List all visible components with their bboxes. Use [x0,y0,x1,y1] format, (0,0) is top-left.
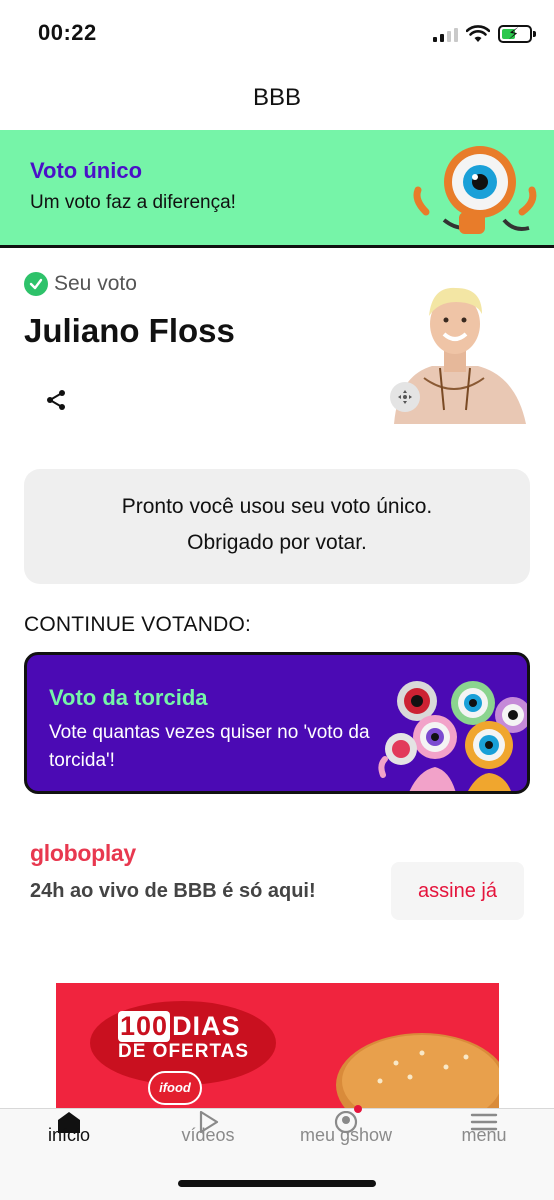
tab-meu-gshow[interactable]: meu gshow [286,1105,406,1159]
continue-heading: CONTINUE VOTANDO: [24,613,252,636]
confirmation-line-1: Pronto você usou seu voto único. [121,495,433,518]
voto-da-torcida-card[interactable]: Voto da torcida Vote quantas vezes quise… [24,652,530,794]
seu-voto-label: Seu voto [54,272,137,295]
tab-menu[interactable]: menu [424,1109,544,1159]
banner-title: Voto único [30,158,143,183]
wifi-icon [466,25,490,42]
burger-image [336,1033,499,1108]
status-bar: 00:22 ⚡ [0,0,554,66]
home-indicator[interactable] [178,1180,376,1187]
assine-ja-button[interactable]: assine já [391,862,524,920]
status-time: 00:22 [38,20,97,45]
vote-confirmation-card: Pronto você usou seu voto único. Obrigad… [24,469,530,584]
tab-label: menu [461,1125,507,1145]
app-header: BBB [0,66,554,130]
tab-inicio[interactable]: início [9,1109,129,1159]
move-icon [390,382,420,412]
ad-subheadline: DE OFERTAS [118,1041,250,1062]
share-button[interactable] [40,384,72,416]
share-icon [47,390,65,410]
tab-label: início [47,1125,91,1145]
ifood-ad-banner[interactable]: 100 DIAS DE OFERTAS ifood [56,983,499,1108]
globoplay-logo[interactable]: globoplay [30,840,136,867]
torcida-description: Vote quantas vezes quiser no 'voto da to… [49,722,370,771]
voto-unico-banner: Voto único Um voto faz a diferença! [0,130,554,248]
seu-voto-row: Seu voto [24,272,137,296]
page-title: BBB [252,84,302,111]
tab-videos[interactable]: vídeos [148,1109,268,1159]
ad-headline: 100 DIAS [118,1011,241,1042]
tab-label: meu gshow [299,1125,393,1145]
check-circle-icon [24,272,48,296]
ad-headline-text: DIAS [172,1011,241,1041]
bbb-mascots-group-icon [378,681,527,791]
notification-dot-icon [354,1105,362,1113]
cellular-signal-icon [433,26,458,42]
tab-label: vídeos [181,1125,235,1145]
torcida-title: Voto da torcida [49,685,208,710]
globoplay-promo-text: 24h ao vivo de BBB é só aqui! [30,880,316,902]
banner-subtitle: Um voto faz a diferença! [30,192,236,213]
status-icons: ⚡ [433,22,536,46]
ifood-logo: ifood [148,1071,202,1105]
vote-section: Seu voto Juliano Floss [0,250,554,450]
candidate-name: Juliano Floss [24,312,235,349]
ad-number: 100 [118,1011,171,1042]
confirmation-line-2: Obrigado por votar. [187,531,367,554]
bbb-eye-mascot-icon [413,146,537,234]
battery-charging-icon: ⚡ [498,25,536,43]
